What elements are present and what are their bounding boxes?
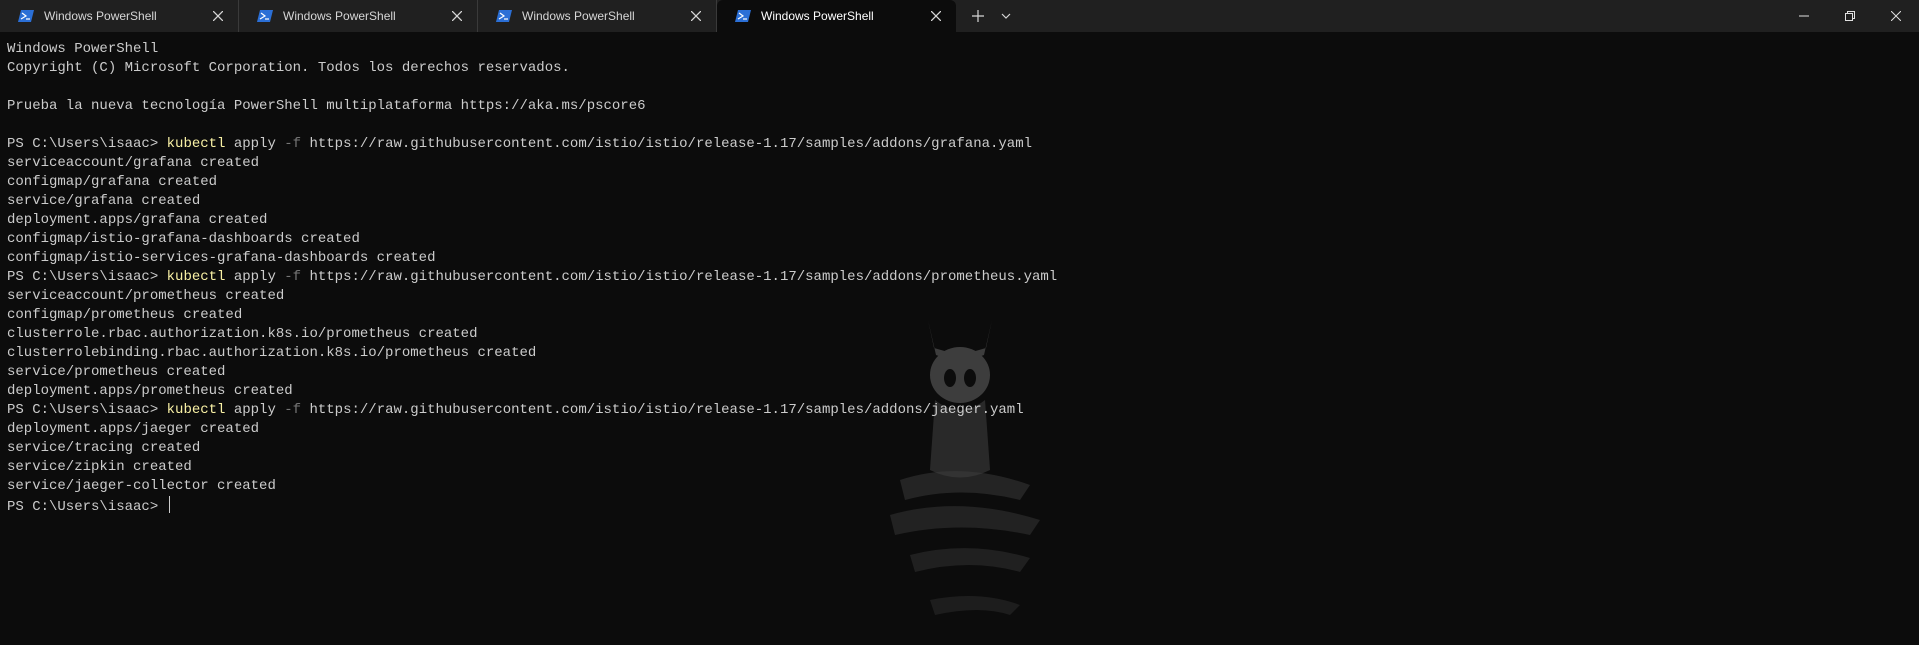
close-icon bbox=[1891, 11, 1901, 21]
command-flag: -f bbox=[284, 269, 302, 285]
new-tab-button[interactable] bbox=[964, 0, 992, 32]
header-line: Prueba la nueva tecnología PowerShell mu… bbox=[7, 98, 646, 114]
tab-1[interactable]: Windows PowerShell bbox=[0, 0, 239, 32]
output-line: serviceaccount/prometheus created bbox=[7, 288, 285, 304]
tab-close-button[interactable] bbox=[924, 4, 948, 28]
tab-close-button[interactable] bbox=[206, 4, 230, 28]
restore-icon bbox=[1845, 11, 1855, 21]
tab-strip: Windows PowerShell Windows PowerShell Wind… bbox=[0, 0, 956, 32]
current-prompt-line: PS C:\Users\isaac> bbox=[7, 496, 1919, 515]
output-line: configmap/istio-services-grafana-dashboa… bbox=[7, 250, 436, 266]
command-url: https://raw.githubusercontent.com/istio/… bbox=[301, 269, 1058, 285]
command-name: kubectl bbox=[166, 402, 226, 418]
close-icon bbox=[213, 11, 223, 21]
tab-title: Windows PowerShell bbox=[44, 9, 157, 23]
output-line: deployment.apps/grafana created bbox=[7, 212, 268, 228]
title-bar: Windows PowerShell Windows PowerShell Wind… bbox=[0, 0, 1919, 32]
tab-close-button[interactable] bbox=[684, 4, 708, 28]
output-line: deployment.apps/jaeger created bbox=[7, 421, 260, 437]
prompt: PS C:\Users\isaac> bbox=[7, 402, 167, 418]
header-line bbox=[7, 116, 1919, 135]
command-line: PS C:\Users\isaac> kubectl apply -f http… bbox=[7, 401, 1919, 420]
powershell-icon bbox=[257, 10, 273, 22]
command-name: kubectl bbox=[166, 269, 226, 285]
tab-close-button[interactable] bbox=[445, 4, 469, 28]
output-line: service/zipkin created bbox=[7, 459, 192, 475]
tab-3[interactable]: Windows PowerShell bbox=[478, 0, 717, 32]
command-flag: -f bbox=[284, 136, 302, 152]
minimize-button[interactable] bbox=[1781, 0, 1827, 32]
restore-button[interactable] bbox=[1827, 0, 1873, 32]
powershell-icon bbox=[735, 10, 751, 22]
output-line: deployment.apps/prometheus created bbox=[7, 383, 293, 399]
output-line: serviceaccount/grafana created bbox=[7, 155, 260, 171]
prompt: PS C:\Users\isaac> bbox=[7, 136, 167, 152]
powershell-icon bbox=[18, 10, 34, 22]
output-line: service/grafana created bbox=[7, 193, 201, 209]
header-line: Copyright (C) Microsoft Corporation. Tod… bbox=[7, 60, 570, 76]
command-verb: apply bbox=[225, 269, 285, 285]
output-line: configmap/istio-grafana-dashboards creat… bbox=[7, 231, 360, 247]
output-line: clusterrole.rbac.authorization.k8s.io/pr… bbox=[7, 326, 478, 342]
close-icon bbox=[452, 11, 462, 21]
output-line: service/tracing created bbox=[7, 440, 201, 456]
window-controls bbox=[1781, 0, 1919, 32]
powershell-icon bbox=[496, 10, 512, 22]
tab-title: Windows PowerShell bbox=[283, 9, 396, 23]
command-name: kubectl bbox=[166, 136, 226, 152]
minimize-icon bbox=[1799, 15, 1809, 17]
command-line: PS C:\Users\isaac> kubectl apply -f http… bbox=[7, 268, 1919, 287]
command-line: PS C:\Users\isaac> kubectl apply -f http… bbox=[7, 135, 1919, 154]
command-verb: apply bbox=[225, 402, 285, 418]
terminal-output[interactable]: Windows PowerShell Copyright (C) Microsof… bbox=[7, 40, 1919, 645]
output-line: clusterrolebinding.rbac.authorization.k8… bbox=[7, 345, 537, 361]
plus-icon bbox=[972, 10, 984, 22]
header-line: Windows PowerShell bbox=[7, 41, 159, 57]
output-line: service/prometheus created bbox=[7, 364, 226, 380]
prompt: PS C:\Users\isaac> bbox=[7, 269, 167, 285]
header-line bbox=[7, 78, 1919, 97]
tab-4[interactable]: Windows PowerShell bbox=[717, 0, 956, 32]
close-icon bbox=[931, 11, 941, 21]
command-url: https://raw.githubusercontent.com/istio/… bbox=[301, 136, 1032, 152]
close-icon bbox=[691, 11, 701, 21]
window-close-button[interactable] bbox=[1873, 0, 1919, 32]
tab-2[interactable]: Windows PowerShell bbox=[239, 0, 478, 32]
tab-title: Windows PowerShell bbox=[522, 9, 635, 23]
command-verb: apply bbox=[225, 136, 285, 152]
text-cursor bbox=[168, 496, 170, 513]
command-flag: -f bbox=[284, 402, 302, 418]
tab-title: Windows PowerShell bbox=[761, 9, 874, 23]
output-line: configmap/prometheus created bbox=[7, 307, 243, 323]
command-url: https://raw.githubusercontent.com/istio/… bbox=[301, 402, 1024, 418]
output-line: service/jaeger-collector created bbox=[7, 478, 276, 494]
prompt: PS C:\Users\isaac> bbox=[7, 499, 167, 515]
output-line: configmap/grafana created bbox=[7, 174, 218, 190]
chevron-down-icon bbox=[1001, 13, 1011, 19]
tab-dropdown-button[interactable] bbox=[992, 0, 1020, 32]
